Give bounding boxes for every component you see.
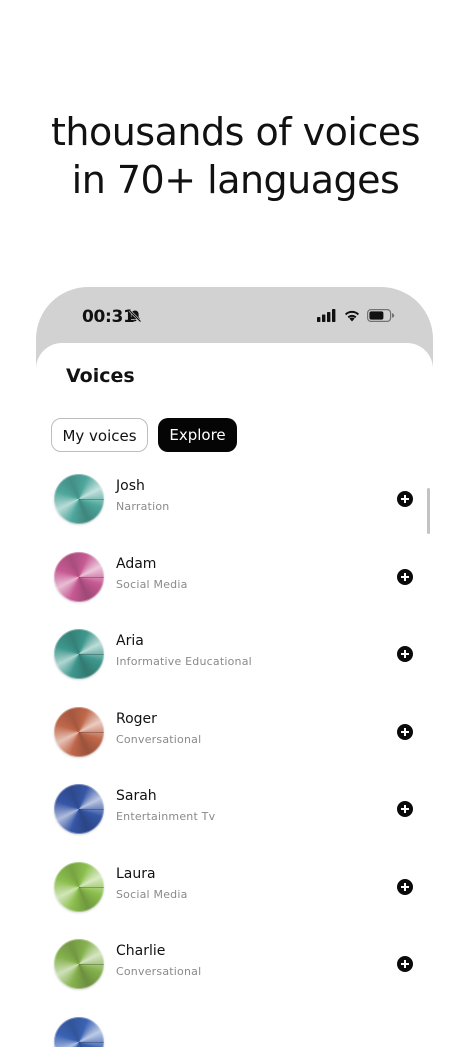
plus-circle-icon[interactable] [397, 646, 413, 662]
voice-avatar [54, 474, 104, 524]
phone-frame: 00:31 [36, 287, 433, 1047]
voice-row[interactable]: Laura Social Media [36, 862, 433, 939]
bell-slash-icon [128, 309, 142, 328]
cellular-signal-icon [317, 309, 337, 327]
voice-category: Conversational [116, 965, 201, 978]
voice-category: Informative Educational [116, 655, 252, 668]
voice-row[interactable]: Adam Social Media [36, 552, 433, 629]
voice-row[interactable]: Sarah Entertainment Tv [36, 784, 433, 861]
voice-name: Josh [116, 478, 145, 494]
headline-line-1: thousands of voices [0, 108, 471, 156]
voice-avatar [54, 862, 104, 912]
voice-avatar [54, 784, 104, 834]
voice-row[interactable]: Charlie Conversational [36, 939, 433, 1016]
plus-circle-icon[interactable] [397, 801, 413, 817]
page-title: Voices [66, 365, 135, 387]
voice-avatar [54, 707, 104, 757]
voice-category: Social Media [116, 578, 188, 591]
plus-circle-icon[interactable] [397, 724, 413, 740]
tab-explore[interactable]: Explore [158, 418, 237, 452]
voice-name: Aria [116, 633, 144, 649]
voice-category: Conversational [116, 733, 201, 746]
plus-circle-icon[interactable] [397, 491, 413, 507]
headline: thousands of voices in 70+ languages [0, 108, 471, 204]
voice-avatar [54, 629, 104, 679]
voice-avatar [54, 1017, 104, 1047]
plus-circle-icon[interactable] [397, 569, 413, 585]
voice-category: Entertainment Tv [116, 810, 215, 823]
voice-name: Adam [116, 556, 156, 572]
voice-row[interactable]: Roger Conversational [36, 707, 433, 784]
status-bar: 00:31 [36, 287, 433, 343]
voice-category: Narration [116, 500, 169, 513]
voice-row[interactable]: Aria Informative Educational [36, 629, 433, 706]
voice-name: Charlie [116, 943, 165, 959]
voice-avatar [54, 552, 104, 602]
voice-name: Laura [116, 866, 156, 882]
voices-sheet: Voices My voices Explore Josh Narration Ad… [36, 343, 433, 1047]
voice-name: Roger [116, 711, 157, 727]
wifi-icon [343, 308, 361, 327]
voice-row[interactable] [36, 1017, 433, 1047]
voice-name: Sarah [116, 788, 157, 804]
voice-row[interactable]: Josh Narration [36, 474, 433, 551]
voice-avatar [54, 939, 104, 989]
headline-line-2: in 70+ languages [0, 156, 471, 204]
voice-category: Social Media [116, 888, 188, 901]
battery-icon [367, 309, 395, 327]
plus-circle-icon[interactable] [397, 956, 413, 972]
plus-circle-icon[interactable] [397, 879, 413, 895]
tab-my-voices[interactable]: My voices [51, 418, 148, 452]
status-time: 00:31 [82, 307, 135, 327]
